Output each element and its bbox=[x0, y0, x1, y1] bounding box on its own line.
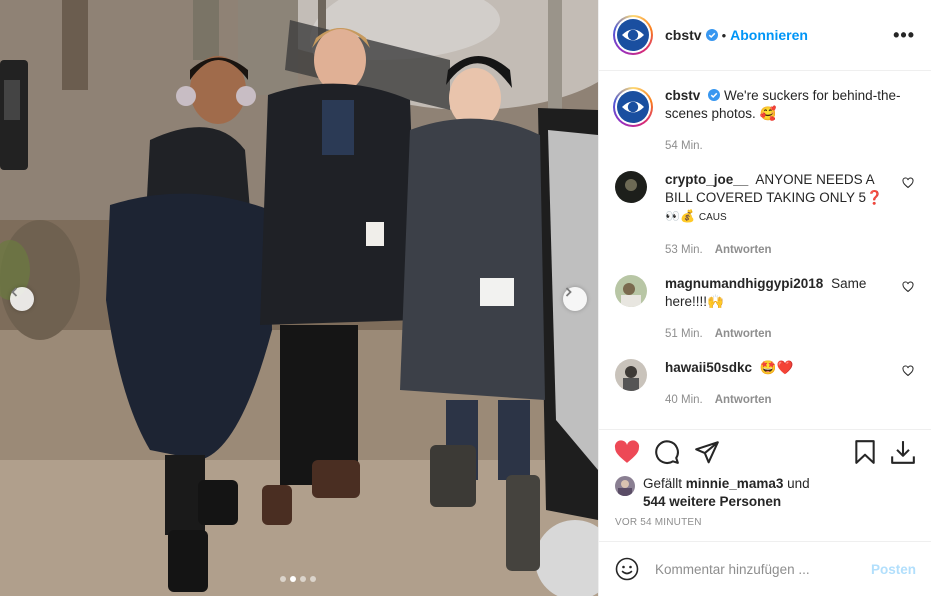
action-bar bbox=[599, 429, 931, 473]
cbs-eye-logo-icon bbox=[617, 19, 649, 51]
header-separator: • bbox=[721, 27, 727, 43]
add-comment-bar: Posten bbox=[599, 541, 931, 596]
bookmark-icon bbox=[855, 439, 875, 464]
post-comment-button[interactable]: Posten bbox=[871, 562, 916, 577]
comment-time[interactable]: 53 Min. bbox=[665, 241, 703, 259]
like-button[interactable] bbox=[613, 438, 641, 466]
save-button[interactable] bbox=[851, 438, 879, 466]
emoji-icon[interactable] bbox=[615, 557, 639, 581]
caption: cbstv We're suckers for behind-the-scene… bbox=[613, 87, 915, 155]
liker-username[interactable]: minnie_mama3 bbox=[686, 476, 784, 491]
carousel-dot bbox=[300, 576, 306, 582]
reply-button[interactable]: Antworten bbox=[715, 241, 772, 259]
caption-time[interactable]: 54 Min. bbox=[665, 137, 703, 155]
comment-item: hawaii50sdkc 🤩❤️ 40 Min. Antworten bbox=[613, 359, 915, 409]
commenter-avatar[interactable] bbox=[615, 275, 647, 307]
comment-text-line2: 👀💰 bbox=[665, 209, 695, 223]
comments-list[interactable]: cbstv We're suckers for behind-the-scene… bbox=[599, 71, 931, 429]
comment-text-suffix: CAUS bbox=[698, 212, 727, 223]
author-username[interactable]: cbstv bbox=[665, 27, 702, 43]
comment-input[interactable] bbox=[655, 561, 871, 577]
comment-username[interactable]: magnumandhiggypi2018 bbox=[665, 276, 823, 291]
comment-item: crypto_joe__ ANYONE NEEDS A BILL COVERED… bbox=[613, 171, 915, 259]
carousel-next-button[interactable] bbox=[563, 287, 587, 311]
cbs-eye-logo-icon bbox=[617, 91, 649, 123]
follow-button[interactable]: Abonnieren bbox=[730, 27, 808, 43]
chevron-left-icon bbox=[11, 287, 18, 297]
comment-text: 🤩❤️ bbox=[759, 360, 794, 375]
post-header: cbstv • Abonnieren ••• bbox=[599, 0, 931, 71]
comment-time[interactable]: 51 Min. bbox=[665, 325, 703, 343]
verified-icon bbox=[708, 89, 721, 101]
caption-text: We're suckers for behind-the-scenes phot… bbox=[665, 88, 901, 121]
comment-username[interactable]: crypto_joe__ bbox=[665, 172, 748, 187]
comment-item: magnumandhiggypi2018 Same here!!!!🙌 51 M… bbox=[613, 275, 915, 343]
comment-icon bbox=[655, 439, 679, 464]
carousel-prev-button[interactable] bbox=[10, 287, 34, 311]
likes-and: und bbox=[787, 476, 810, 491]
share-button[interactable] bbox=[693, 438, 721, 466]
commenter-avatar[interactable] bbox=[615, 171, 647, 203]
share-icon bbox=[695, 440, 719, 463]
comment-time[interactable]: 40 Min. bbox=[665, 391, 703, 409]
heart-icon bbox=[614, 439, 640, 463]
comment-username[interactable]: hawaii50sdkc bbox=[665, 360, 752, 375]
carousel-dot bbox=[280, 576, 286, 582]
comment-like-heart-icon[interactable] bbox=[901, 281, 915, 293]
commenter-avatar[interactable] bbox=[615, 359, 647, 391]
verified-icon bbox=[705, 29, 718, 41]
likes-count-link[interactable]: 544 weitere Personen bbox=[643, 494, 781, 509]
likes-prefix: Gefällt bbox=[643, 476, 683, 491]
caption-username[interactable]: cbstv bbox=[665, 88, 700, 103]
author-avatar[interactable] bbox=[613, 15, 653, 55]
post-details-panel: cbstv • Abonnieren ••• cbstv We're sucke… bbox=[598, 0, 931, 596]
more-options-button[interactable]: ••• bbox=[893, 25, 915, 46]
post-photo[interactable] bbox=[0, 0, 598, 596]
post-timestamp[interactable]: VOR 54 MINUTEN bbox=[599, 511, 931, 528]
comment-like-heart-icon[interactable] bbox=[901, 365, 915, 377]
caption-avatar[interactable] bbox=[613, 87, 653, 127]
carousel-dot-active bbox=[290, 576, 296, 582]
reply-button[interactable]: Antworten bbox=[715, 391, 772, 409]
likes-summary: Gefällt minnie_mama3 und 544 weitere Per… bbox=[599, 473, 931, 511]
carousel-dot bbox=[310, 576, 316, 582]
chevron-right-icon bbox=[565, 287, 572, 297]
download-icon bbox=[891, 440, 915, 464]
download-button[interactable] bbox=[889, 438, 917, 466]
carousel-indicator bbox=[280, 576, 316, 582]
liker-avatar[interactable] bbox=[615, 476, 635, 496]
photo-scene bbox=[0, 0, 598, 596]
reply-button[interactable]: Antworten bbox=[715, 325, 772, 343]
comment-button[interactable] bbox=[653, 438, 681, 466]
comment-like-heart-icon[interactable] bbox=[901, 177, 915, 189]
